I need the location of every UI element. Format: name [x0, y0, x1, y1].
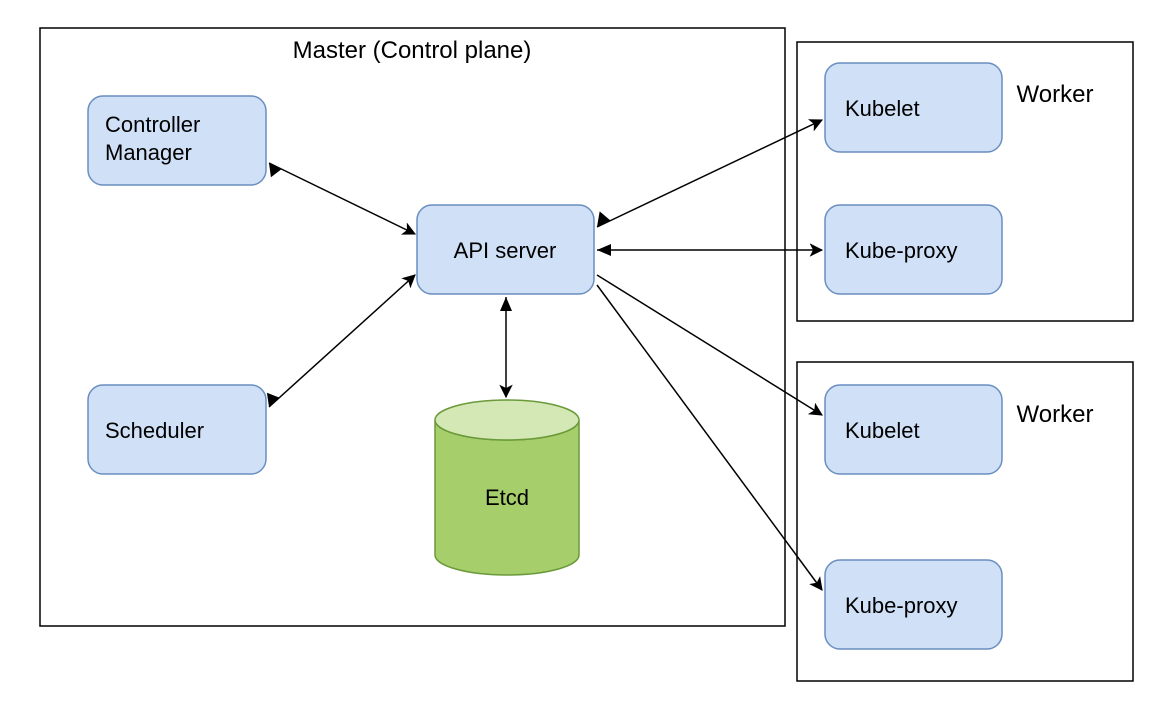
worker1-kubeproxy-label: Kube-proxy	[845, 238, 958, 263]
master-title: Master (Control plane)	[293, 37, 532, 64]
worker1-title: Worker	[1017, 81, 1094, 108]
etcd-label: Etcd	[485, 485, 529, 510]
api-server-label: API server	[454, 238, 557, 263]
worker1-kubelet-label: Kubelet	[845, 96, 920, 121]
worker2-kubelet-label: Kubelet	[845, 418, 920, 443]
worker2-kubeproxy-label: Kube-proxy	[845, 593, 958, 618]
worker2-title: Worker	[1017, 401, 1094, 428]
scheduler-label: Scheduler	[105, 418, 204, 443]
